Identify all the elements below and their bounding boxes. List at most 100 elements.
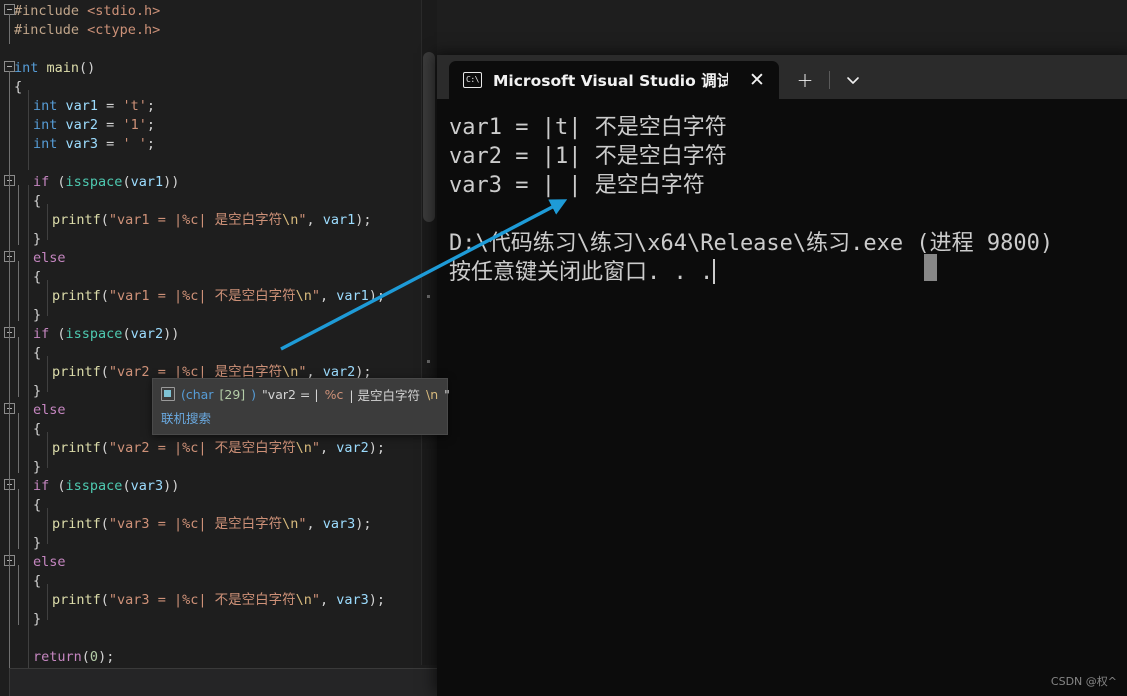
code-line[interactable]: } (0, 230, 420, 249)
console-titlebar[interactable]: C:\ Microsoft Visual Studio 调试控 ✕ + (437, 55, 1127, 99)
text-caret (713, 259, 716, 284)
code-token: "var1 = |%c| 是空白字符 (108, 212, 283, 228)
code-token: int (14, 60, 39, 76)
code-token: ; (146, 98, 155, 114)
code-line[interactable]: printf("var3 = |%c| 不是空白字符\n", var3); (0, 591, 420, 610)
code-token: isspace (65, 478, 123, 494)
indent-guide (47, 508, 48, 544)
code-token: , (306, 212, 323, 228)
code-line[interactable]: { (0, 192, 420, 211)
scrollbar-marker (427, 360, 430, 363)
console-process-path-line: D:\代码练习\练习\x64\Release\练习.exe (进程 9800) (449, 231, 1054, 256)
code-token: ( (100, 288, 109, 304)
code-line[interactable]: { (0, 572, 420, 591)
code-token: else (33, 402, 66, 418)
code-line[interactable]: if (isspace(var1)) (0, 173, 420, 192)
code-token: ( (100, 212, 109, 228)
tooltip-value-format: %c (324, 386, 344, 402)
code-line[interactable]: #include <ctype.h> (0, 21, 420, 40)
scope-guide (9, 14, 10, 44)
code-line[interactable]: { (0, 268, 420, 287)
code-line[interactable]: int var3 = ' '; (0, 135, 420, 154)
code-line[interactable]: int var2 = '1'; (0, 116, 420, 135)
code-line[interactable]: else (0, 249, 420, 268)
code-token: ); (355, 212, 372, 228)
code-token: ( (49, 326, 66, 342)
code-token: \n (282, 516, 299, 532)
online-search-link[interactable]: 联机搜索 (161, 408, 439, 427)
code-line[interactable]: printf("var3 = |%c| 是空白字符\n", var3); (0, 515, 420, 534)
code-token: int (33, 98, 58, 114)
console-output-line: var1 = |t| 不是空白字符 (449, 115, 727, 140)
string-literal-icon (161, 387, 175, 401)
code-token: else (33, 554, 66, 570)
code-line[interactable] (0, 154, 420, 173)
code-line[interactable]: if (isspace(var2)) (0, 325, 420, 344)
console-prompt-text: 按任意键关闭此窗口. . . (449, 260, 714, 285)
code-line[interactable] (0, 40, 420, 59)
code-token: return (33, 649, 82, 665)
code-line[interactable]: { (0, 78, 420, 97)
code-token: ( (122, 478, 131, 494)
code-line[interactable]: } (0, 458, 420, 477)
code-line[interactable]: #include <stdio.h> (0, 2, 420, 21)
chevron-down-icon[interactable] (836, 65, 870, 95)
code-token: isspace (65, 326, 123, 342)
code-token: printf (52, 516, 101, 532)
code-token: ' ' (122, 136, 147, 152)
code-token: } (33, 611, 42, 627)
code-line[interactable]: } (0, 306, 420, 325)
code-token: var3 (322, 516, 356, 532)
code-token: ( (49, 174, 66, 190)
console-output-area[interactable]: var1 = |t| 不是空白字符 var2 = |1| 不是空白字符 var3… (437, 99, 1127, 696)
console-window[interactable]: C:\ Microsoft Visual Studio 调试控 ✕ + var1… (437, 55, 1127, 696)
code-token: = (98, 136, 123, 152)
code-line[interactable]: } (0, 534, 420, 553)
code-token: { (33, 421, 42, 437)
code-editor-pane[interactable]: #include <stdio.h> #include <ctype.h> int… (0, 0, 437, 696)
code-line[interactable]: } (0, 610, 420, 629)
code-line[interactable] (0, 629, 420, 648)
code-line[interactable]: if (isspace(var3)) (0, 477, 420, 496)
screenshot-root: #include <stdio.h> #include <ctype.h> int… (0, 0, 1127, 696)
cmd-prompt-icon: C:\ (463, 72, 482, 88)
code-line[interactable]: int main() (0, 59, 420, 78)
code-line[interactable]: int var1 = 't'; (0, 97, 420, 116)
code-token: ); (368, 288, 386, 304)
editor-scrollbar-thumb[interactable] (423, 52, 435, 222)
code-token: { (33, 573, 42, 589)
editor-bottom-panel (9, 668, 437, 696)
code-line[interactable]: printf("var2 = |%c| 不是空白字符\n", var2); (0, 439, 420, 458)
console-prompt-line: 按任意键关闭此窗口. . . (449, 258, 1127, 287)
code-token: var2 (336, 440, 369, 456)
code-token: { (33, 497, 42, 513)
code-line[interactable]: { (0, 344, 420, 363)
code-token: = (98, 117, 123, 133)
code-token: var1 (130, 174, 164, 190)
code-token: var2 (65, 117, 99, 133)
code-token: , (320, 592, 337, 608)
close-icon[interactable]: ✕ (745, 68, 769, 92)
code-line[interactable]: return(0); (0, 648, 420, 667)
code-text-area[interactable]: #include <stdio.h> #include <ctype.h> int… (0, 0, 420, 684)
scope-guide (18, 413, 19, 473)
code-token: { (33, 269, 42, 285)
tooltip-value-prefix: "var2 = | (262, 386, 319, 402)
tooltip-value-row: (char [29]) "var2 = | %c | 是空白字符 \n " (161, 384, 450, 404)
editor-vertical-scrollbar[interactable] (421, 0, 437, 665)
code-token: ; (146, 136, 155, 152)
code-line[interactable]: else (0, 553, 420, 572)
code-line[interactable]: printf("var1 = |%c| 是空白字符\n", var1); (0, 211, 420, 230)
code-token: } (33, 231, 42, 247)
code-line[interactable]: { (0, 496, 420, 515)
code-token: ( (100, 516, 109, 532)
titlebar-actions: + (787, 61, 870, 99)
code-line[interactable]: printf("var1 = |%c| 不是空白字符\n", var1); (0, 287, 420, 306)
new-tab-icon[interactable]: + (787, 65, 823, 95)
code-token: printf (52, 288, 101, 304)
code-token: <ctype.h> (87, 22, 161, 38)
code-token: #include (14, 22, 88, 38)
console-tab[interactable]: C:\ Microsoft Visual Studio 调试控 ✕ (449, 61, 779, 99)
code-token: int (33, 117, 58, 133)
